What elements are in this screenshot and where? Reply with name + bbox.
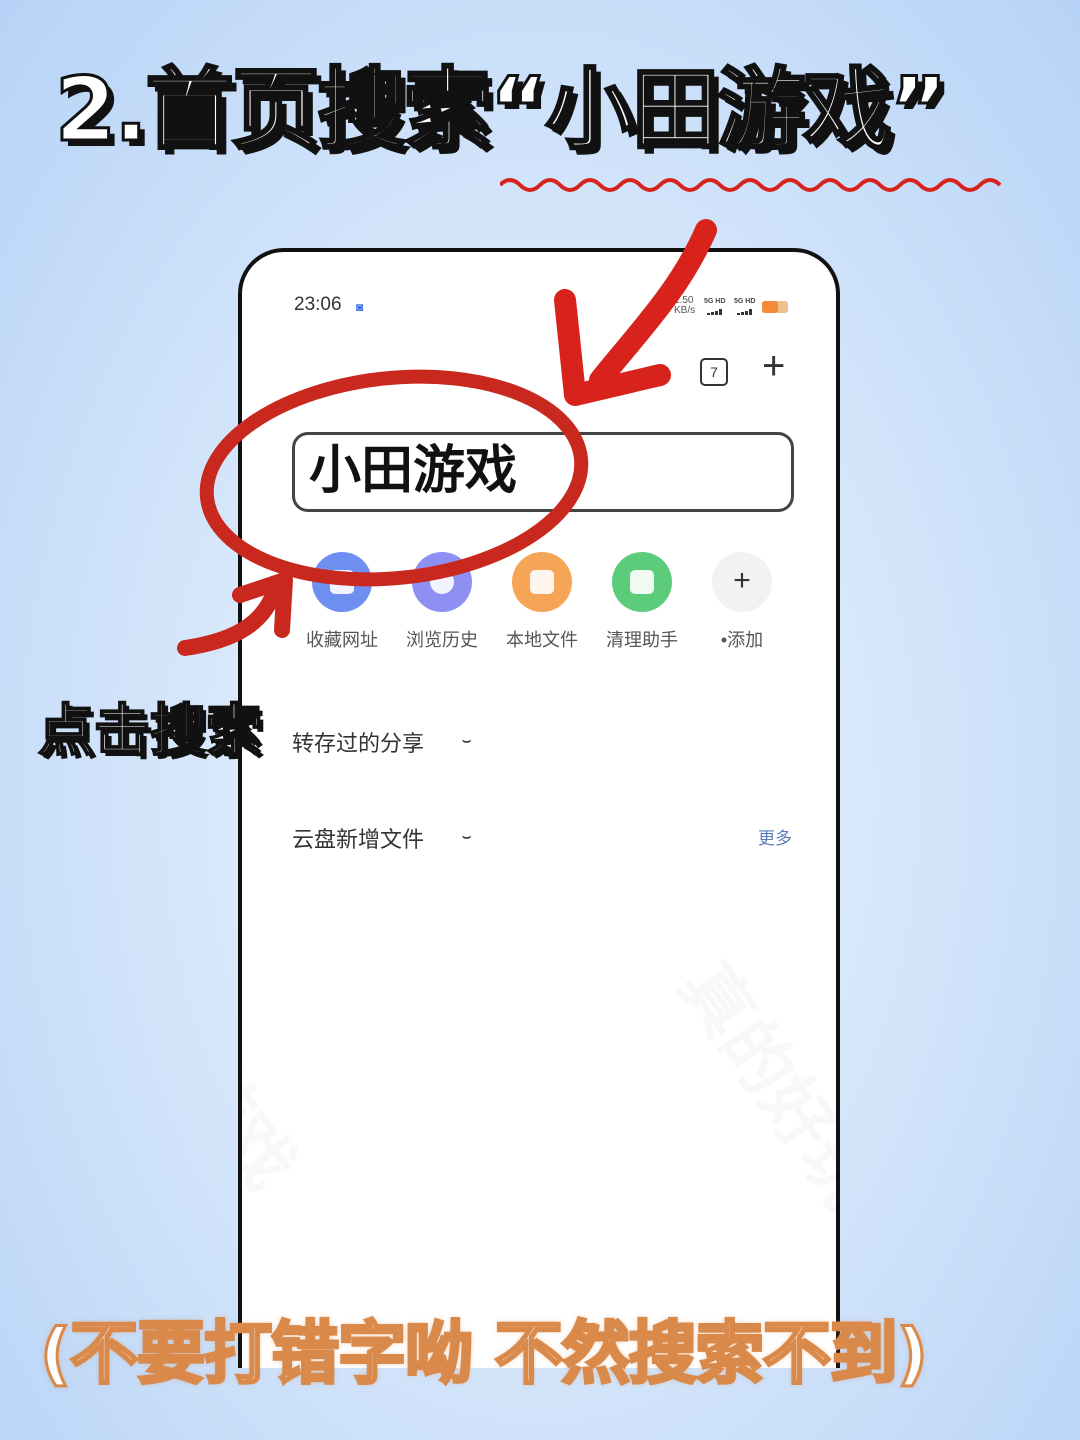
eye-closed-icon[interactable]: ⌣ (462, 732, 471, 749)
section-cloud-new: 云盘新增文件 (292, 827, 425, 852)
watermark: 真的好玩 (665, 948, 840, 1223)
signal-label-2: 5G HD (734, 298, 756, 305)
shortcut-cleaner[interactable]: 清理助手 (592, 552, 692, 652)
broom-icon (612, 552, 672, 612)
status-speed: 1.50 KB/s (674, 295, 696, 316)
signal-icon (707, 309, 722, 315)
more-link[interactable]: 更多 (758, 824, 792, 849)
shortcut-bookmarks[interactable]: 收藏网址 (292, 552, 392, 652)
bottom-note: (不要打错字呦 不然搜索不到) (39, 1314, 930, 1396)
section-saved-shares: 转存过的分享 (292, 731, 425, 756)
watermark: 小田游戏 (238, 928, 310, 1203)
shortcut-label: 收藏网址 (306, 630, 378, 650)
bookmark-icon (312, 552, 372, 612)
notification-icon: ◙ (356, 300, 364, 314)
shortcut-label: 浏览历史 (406, 630, 478, 650)
battery-icon (762, 301, 788, 313)
signal-icon (737, 309, 752, 315)
shortcut-add[interactable]: + •添加 (692, 552, 792, 652)
shortcut-history[interactable]: 浏览历史 (392, 552, 492, 652)
plus-icon: + (712, 552, 772, 612)
tabs-icon[interactable]: 7 (700, 358, 728, 386)
shortcut-label: •添加 (720, 630, 764, 650)
history-icon (412, 552, 472, 612)
status-time: 23:06 (294, 294, 342, 315)
signal-label-1: 5G HD (704, 298, 726, 305)
plus-icon[interactable]: + (762, 346, 785, 386)
search-input[interactable]: 小田游戏 (292, 432, 794, 512)
eye-closed-icon[interactable]: ⌣ (462, 828, 471, 845)
phone-screen: 23:06 ◙ 1.50 KB/s 5G HD 5G HD 7 + 小田游戏 收… (238, 248, 840, 1368)
click-search-label: 点击搜索 (37, 698, 263, 765)
folder-icon (512, 552, 572, 612)
shortcut-local-files[interactable]: 本地文件 (492, 552, 592, 652)
wavy-underline (500, 178, 1002, 192)
shortcut-label: 清理助手 (606, 630, 678, 650)
shortcut-label: 本地文件 (506, 630, 578, 650)
page-title: 2.首页搜索“小田游戏” (54, 57, 949, 163)
